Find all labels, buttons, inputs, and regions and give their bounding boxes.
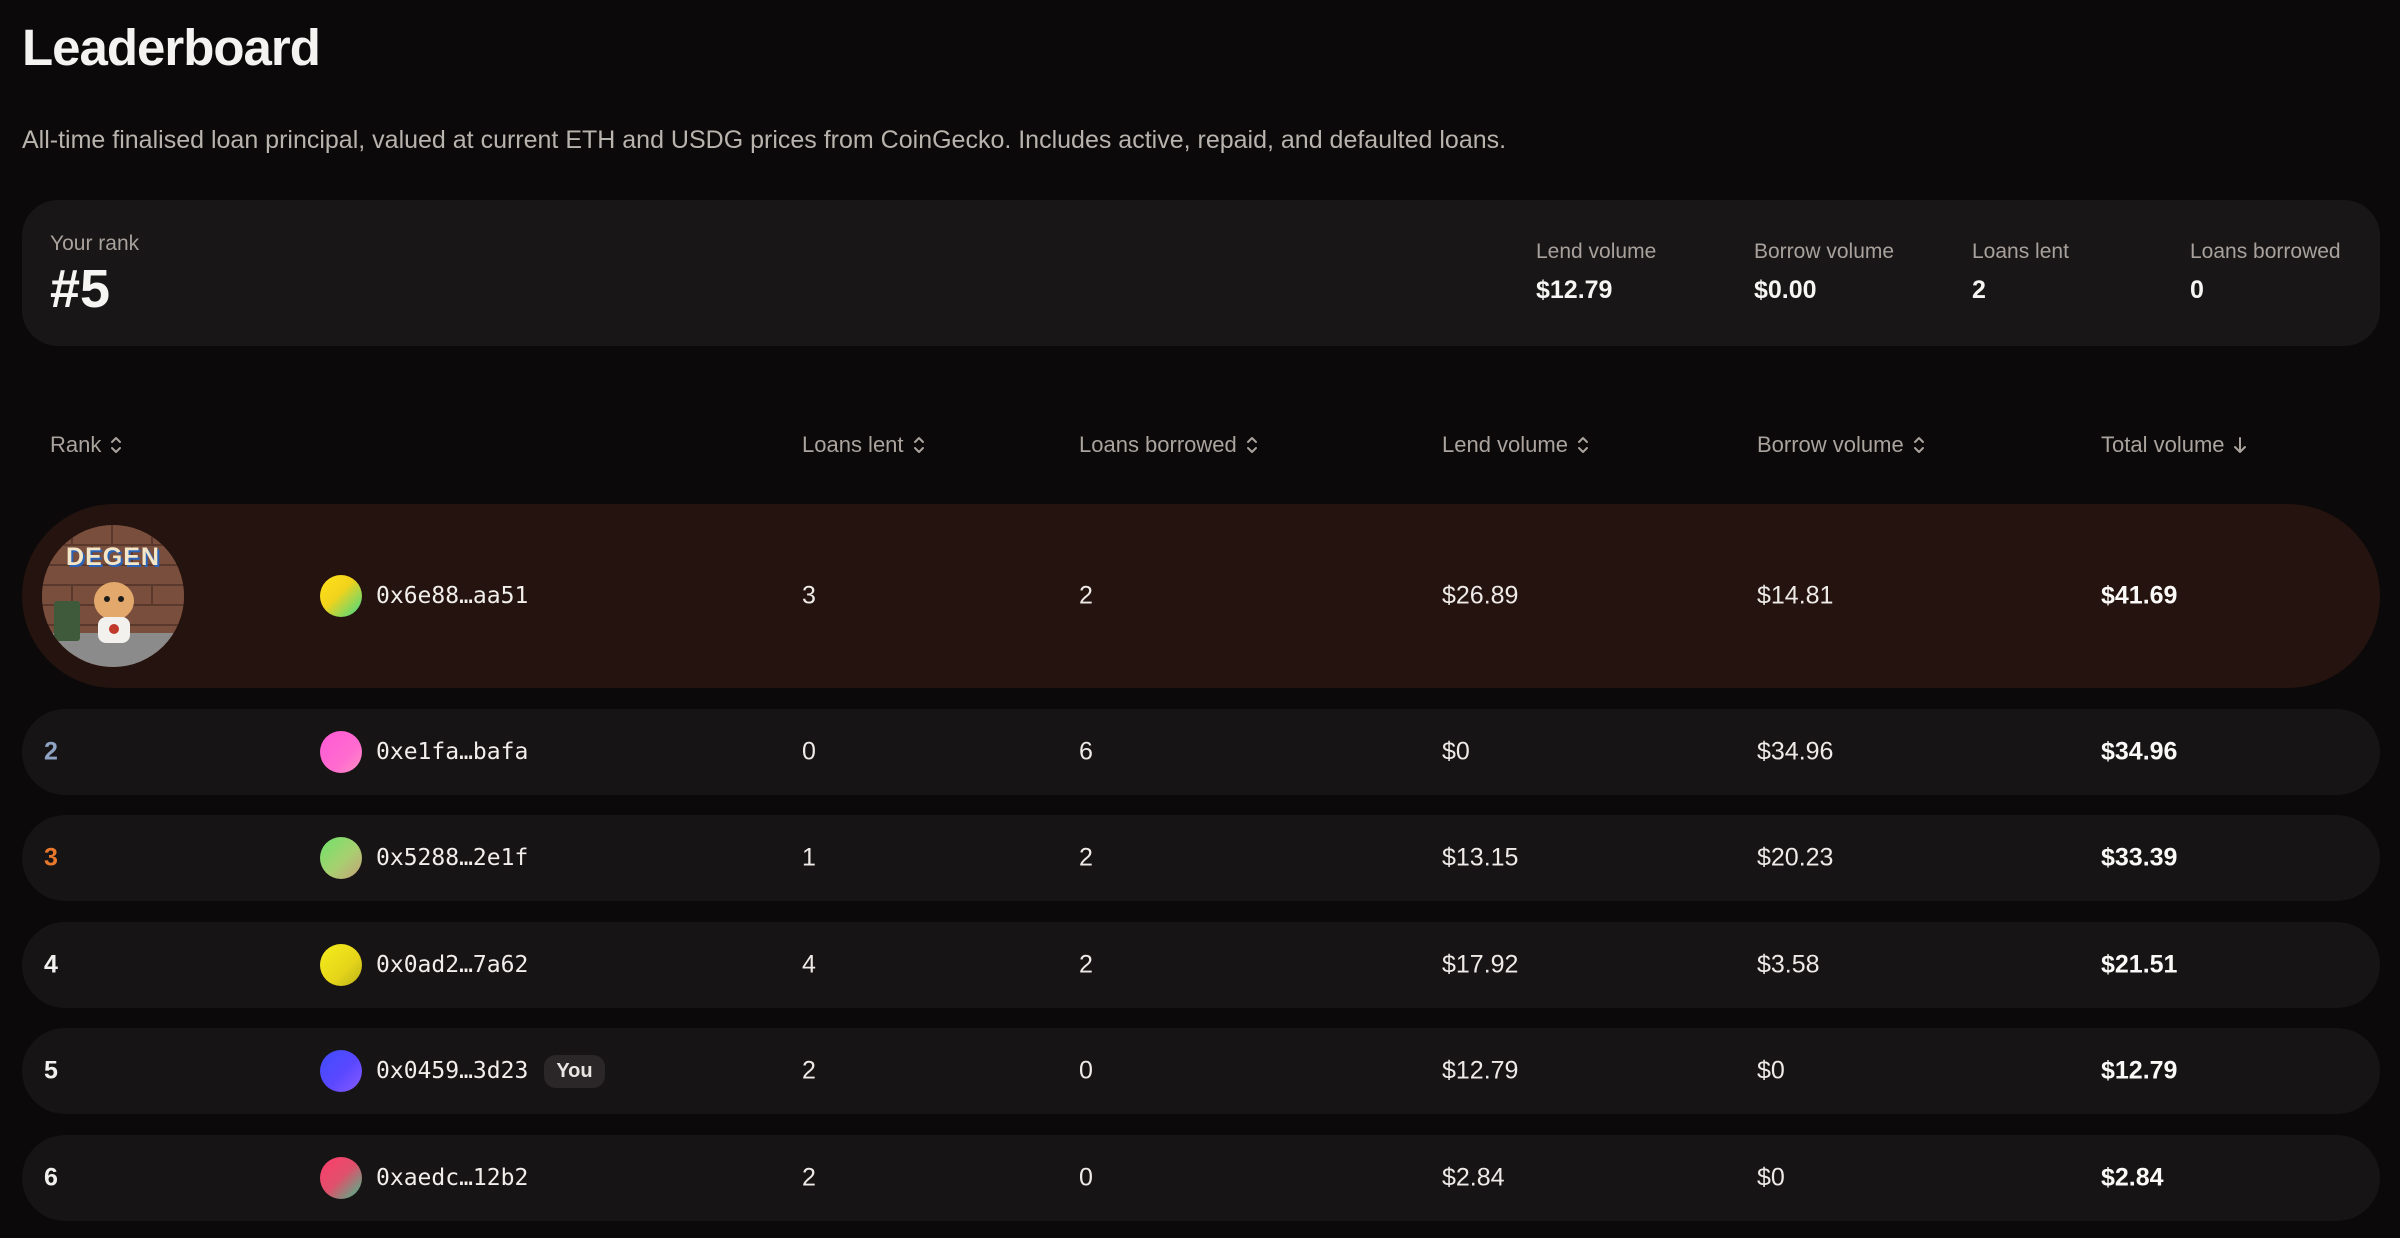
degen-avatar: DEGEN <box>42 525 184 667</box>
rank-value: 3 <box>44 843 58 872</box>
chevron-up-down-icon <box>1913 437 1924 453</box>
column-header-loans-lent[interactable]: Loans lent <box>802 432 926 458</box>
column-label: Borrow volume <box>1757 432 1904 457</box>
wallet-avatar-dot <box>320 1157 362 1199</box>
wallet-address-cell[interactable]: 0xaedc…12b2 <box>320 1157 528 1199</box>
table-row[interactable]: 4 0x0ad2…7a62 4 2 $17.92 $3.58 $21.51 <box>22 922 2380 1008</box>
avatar-graffiti-text: DEGEN <box>66 543 160 571</box>
lend-volume-value: $12.79 <box>1442 1056 1519 1085</box>
wallet-address-cell[interactable]: 0x5288…2e1f <box>320 837 528 879</box>
rank-value: 5 <box>44 1056 58 1085</box>
wallet-avatar-dot <box>320 575 362 617</box>
loans-borrowed-value: 0 <box>1079 1163 1093 1192</box>
borrow-volume-value: $34.96 <box>1757 737 1834 766</box>
loans-borrowed-value: 2 <box>1079 581 1093 610</box>
wallet-address[interactable]: 0xe1fa…bafa <box>376 739 528 765</box>
table-row-current-user[interactable]: 5 0x0459…3d23 You 2 0 $12.79 $0 $12.79 <box>22 1028 2380 1114</box>
column-label: Loans lent <box>802 432 904 457</box>
rank-value: 4 <box>44 950 58 979</box>
total-volume-value: $12.79 <box>2101 1056 2178 1085</box>
wallet-address[interactable]: 0x5288…2e1f <box>376 845 528 871</box>
loans-lent-value: 2 <box>802 1056 816 1085</box>
total-volume-value: $21.51 <box>2101 950 2178 979</box>
wallet-address[interactable]: 0x0ad2…7a62 <box>376 952 528 978</box>
column-label: Rank <box>50 432 102 457</box>
loans-borrowed-value: 2 <box>1079 950 1093 979</box>
rank-value: 6 <box>44 1163 58 1192</box>
wallet-avatar-dot <box>320 1050 362 1092</box>
stat-loans-lent: Loans lent 2 <box>1972 240 2182 305</box>
table-row[interactable]: 6 0xaedc…12b2 2 0 $2.84 $0 $2.84 <box>22 1135 2380 1221</box>
lend-volume-value: $26.89 <box>1442 581 1519 610</box>
table-row[interactable]: 2 0xe1fa…bafa 0 6 $0 $34.96 $34.96 <box>22 709 2380 795</box>
stat-label: Borrow volume <box>1754 240 1895 263</box>
chevron-up-down-icon <box>913 437 924 453</box>
loans-lent-value: 0 <box>802 737 816 766</box>
your-rank-value: #5 <box>50 259 111 319</box>
chevron-up-down-icon <box>1246 437 1257 453</box>
wallet-address[interactable]: 0x0459…3d23 <box>376 1058 528 1084</box>
page-subtitle: All-time finalised loan principal, value… <box>22 126 1507 154</box>
your-rank-label: Your rank <box>50 232 140 255</box>
lend-volume-value: $0 <box>1442 737 1470 766</box>
you-badge: You <box>544 1054 605 1088</box>
wallet-avatar-dot <box>320 944 362 986</box>
table-row[interactable]: 3 0x5288…2e1f 1 2 $13.15 $20.23 $33.39 <box>22 815 2380 901</box>
column-header-total-volume[interactable]: Total volume <box>2101 432 2247 458</box>
stat-label: Loans lent <box>1972 240 2069 263</box>
total-volume-value: $41.69 <box>2101 581 2178 610</box>
stat-value: 0 <box>2190 276 2204 304</box>
stat-loans-borrowed: Loans borrowed 0 <box>2190 240 2400 305</box>
leaderboard-page: Leaderboard All-time finalised loan prin… <box>0 0 2400 1238</box>
wallet-address-cell[interactable]: 0x6e88…aa51 <box>320 575 528 617</box>
arrow-down-icon <box>2233 437 2246 453</box>
loans-lent-value: 3 <box>802 581 816 610</box>
stat-label: Loans borrowed <box>2190 240 2341 263</box>
column-header-borrow-volume[interactable]: Borrow volume <box>1757 432 1926 458</box>
stat-borrow-volume: Borrow volume $0.00 <box>1754 240 1964 305</box>
wallet-address[interactable]: 0x6e88…aa51 <box>376 583 528 609</box>
borrow-volume-value: $20.23 <box>1757 843 1834 872</box>
column-label: Total volume <box>2101 432 2225 457</box>
table-header: Rank Loans lent Loans borrowed Lend volu… <box>0 432 2400 462</box>
chevron-up-down-icon <box>111 437 122 453</box>
loans-borrowed-value: 6 <box>1079 737 1093 766</box>
borrow-volume-value: $14.81 <box>1757 581 1834 610</box>
stat-lend-volume: Lend volume $12.79 <box>1536 240 1746 305</box>
column-header-rank[interactable]: Rank <box>50 432 123 458</box>
wallet-address-cell[interactable]: 0x0ad2…7a62 <box>320 944 528 986</box>
lend-volume-value: $17.92 <box>1442 950 1519 979</box>
borrow-volume-value: $0 <box>1757 1163 1785 1192</box>
rank-value: 2 <box>44 737 58 766</box>
wallet-address[interactable]: 0xaedc…12b2 <box>376 1165 528 1191</box>
column-header-lend-volume[interactable]: Lend volume <box>1442 432 1590 458</box>
stat-value: $12.79 <box>1536 276 1613 304</box>
stat-value: 2 <box>1972 276 1986 304</box>
column-header-loans-borrowed[interactable]: Loans borrowed <box>1079 432 1259 458</box>
borrow-volume-value: $0 <box>1757 1056 1785 1085</box>
wallet-address-cell[interactable]: 0x0459…3d23 You <box>320 1050 605 1092</box>
loans-lent-value: 4 <box>802 950 816 979</box>
column-label: Loans borrowed <box>1079 432 1237 457</box>
borrow-volume-value: $3.58 <box>1757 950 1820 979</box>
table-row[interactable]: DEGEN 0x6e88…aa51 3 2 $26.89 $14.81 $41.… <box>22 504 2380 688</box>
stat-value: $0.00 <box>1754 276 1817 304</box>
loans-borrowed-value: 2 <box>1079 843 1093 872</box>
lend-volume-value: $13.15 <box>1442 843 1519 872</box>
lend-volume-value: $2.84 <box>1442 1163 1505 1192</box>
loans-lent-value: 1 <box>802 843 816 872</box>
wallet-avatar-dot <box>320 731 362 773</box>
stat-label: Lend volume <box>1536 240 1657 263</box>
column-label: Lend volume <box>1442 432 1568 457</box>
your-rank-card: Your rank #5 Lend volume $12.79 Borrow v… <box>22 200 2380 346</box>
page-title: Leaderboard <box>22 19 321 76</box>
loans-borrowed-value: 0 <box>1079 1056 1093 1085</box>
chevron-up-down-icon <box>1577 437 1588 453</box>
total-volume-value: $33.39 <box>2101 843 2178 872</box>
total-volume-value: $2.84 <box>2101 1163 2164 1192</box>
loans-lent-value: 2 <box>802 1163 816 1192</box>
wallet-address-cell[interactable]: 0xe1fa…bafa <box>320 731 528 773</box>
total-volume-value: $34.96 <box>2101 737 2178 766</box>
wallet-avatar-dot <box>320 837 362 879</box>
